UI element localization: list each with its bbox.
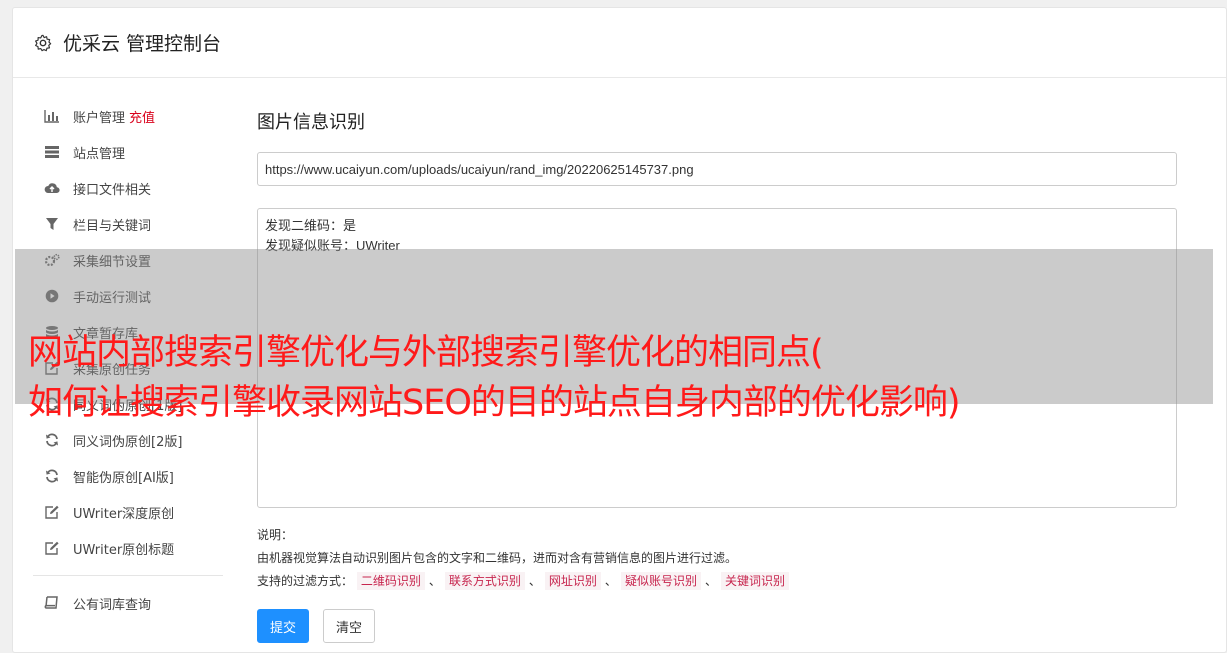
- image-url-input[interactable]: [257, 152, 1177, 186]
- server-icon: [43, 144, 61, 160]
- book-icon: [43, 595, 61, 611]
- sidebar-item-label: 同义词伪原创[2版]: [73, 434, 183, 450]
- refresh-icon: [43, 432, 61, 448]
- sidebar-item-label: UWriter原创标题: [73, 542, 175, 558]
- desc-text: 由机器视觉算法自动识别图片包含的文字和二维码，进而对含有营销信息的图片进行过滤。: [257, 551, 738, 565]
- filter-tag: 二维码识别: [356, 572, 425, 590]
- sidebar-item[interactable]: 智能伪原创[AI版]: [33, 458, 223, 494]
- sidebar-divider: [33, 575, 223, 576]
- desc-label: 说明：: [257, 528, 294, 542]
- filter-label: 支持的过滤方式：: [257, 574, 354, 588]
- submit-button[interactable]: 提交: [257, 609, 310, 643]
- filter-tag: 联系方式识别: [444, 572, 525, 590]
- clear-button[interactable]: 清空: [323, 609, 376, 643]
- sidebar-item-label: 公有词库查询: [73, 597, 152, 613]
- filter-separator: 、: [604, 574, 617, 588]
- sidebar-item-label: 栏目与关键词: [73, 218, 152, 234]
- sidebar-item[interactable]: 接口文件相关: [33, 170, 223, 206]
- sidebar-item[interactable]: 公有词库查询: [33, 585, 223, 621]
- sidebar-item[interactable]: 账户管理 充值: [33, 98, 223, 134]
- sidebar-item[interactable]: UWriter深度原创: [33, 494, 223, 530]
- filter-separator: 、: [428, 574, 441, 588]
- overlay-line-2: 如何让搜索引擎收录网站SEO的目的站点自身内部的优化影响): [28, 383, 961, 423]
- sidebar-item-label: 智能伪原创[AI版]: [73, 470, 174, 486]
- filter-icon: [43, 216, 61, 232]
- edit-icon: [43, 540, 61, 556]
- overlay-caption: 网站内部搜索引擎优化与外部搜索引擎优化的相同点( 如何让搜索引擎收录网站SEO的…: [28, 328, 1218, 428]
- sidebar-item-label: 接口文件相关: [73, 182, 152, 198]
- page-title: 优采云 管理控制台: [63, 33, 222, 55]
- filter-separator: 、: [528, 574, 541, 588]
- edit-icon: [43, 504, 61, 520]
- sidebar-item[interactable]: 栏目与关键词: [33, 206, 223, 242]
- filter-tag: 网址识别: [544, 572, 601, 590]
- sidebar-item-label: 站点管理: [73, 146, 126, 162]
- gear-icon: [33, 33, 53, 53]
- sidebar-item[interactable]: 站点管理: [33, 134, 223, 170]
- sidebar-item-label: UWriter深度原创: [73, 506, 175, 522]
- action-buttons: 提交 清空: [257, 609, 1179, 643]
- filter-separator: 、: [704, 574, 717, 588]
- refresh-icon: [43, 468, 61, 484]
- filter-list: 支持的过滤方式： 二维码识别、联系方式识别、网址识别、疑似账号识别、关键词识别: [257, 570, 1179, 593]
- sidebar-item-label: 账户管理: [73, 110, 126, 126]
- cloud-upload-icon: [43, 180, 61, 196]
- description: 说明： 由机器视觉算法自动识别图片包含的文字和二维码，进而对含有营销信息的图片进…: [257, 524, 1179, 593]
- section-title: 图片信息识别: [257, 112, 365, 133]
- sidebar-item[interactable]: UWriter原创标题: [33, 530, 223, 566]
- filter-tag: 疑似账号识别: [620, 572, 701, 590]
- recharge-link[interactable]: 充值: [129, 107, 155, 126]
- bar-chart-icon: [43, 108, 61, 124]
- page-header: 优采云 管理控制台: [13, 8, 1226, 78]
- overlay-line-1: 网站内部搜索引擎优化与外部搜索引擎优化的相同点(: [28, 333, 824, 373]
- filter-tag: 关键词识别: [720, 572, 789, 590]
